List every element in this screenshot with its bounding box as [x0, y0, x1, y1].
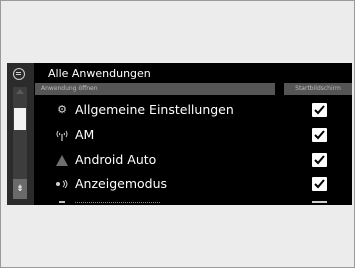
list-item-partial [35, 200, 352, 205]
home-screen-checkbox[interactable] [312, 103, 327, 117]
app-label: Android Auto [75, 152, 157, 167]
left-sidebar: ⇟ [7, 63, 34, 205]
scroll-thumb[interactable] [14, 108, 26, 130]
partial-label [75, 202, 160, 204]
antenna-icon [54, 123, 70, 147]
page-title: Alle Anwendungen [48, 67, 151, 80]
app-label: Allgemeine Einstellungen [75, 102, 234, 117]
home-screen-checkbox[interactable] [312, 177, 327, 191]
gear-icon: ⚙ [57, 103, 67, 116]
display-mode-icon [54, 172, 70, 196]
home-screen-checkbox[interactable] [312, 128, 327, 142]
figure-frame: ⇟ Alle Anwendungen Anwendung öffnen Star… [0, 0, 355, 268]
app-label: AM [75, 127, 95, 142]
infotainment-screen: ⇟ Alle Anwendungen Anwendung öffnen Star… [7, 63, 352, 205]
column-header-open-app: Anwendung öffnen [35, 83, 275, 95]
list-header: Anwendung öffnen Startbildschirm [35, 83, 352, 95]
list-item[interactable]: ⚙ Allgemeine Einstellungen [35, 98, 352, 122]
column-header-home-screen: Startbildschirm [284, 83, 352, 95]
list-item[interactable]: AM [35, 123, 352, 147]
menu-icon[interactable] [13, 68, 25, 80]
android-auto-icon [54, 148, 70, 172]
app-label: Anzeigemodus [75, 176, 168, 191]
scroll-down-button[interactable]: ⇟ [13, 179, 27, 199]
page-down-icon: ⇟ [16, 184, 24, 194]
list-item[interactable]: Android Auto [35, 148, 352, 172]
partial-checkbox [312, 201, 327, 203]
list-item[interactable]: Anzeigemodus [35, 172, 352, 196]
home-screen-checkbox[interactable] [312, 153, 327, 167]
scrollbar[interactable]: ⇟ [13, 87, 27, 199]
partial-icon [59, 201, 65, 203]
scroll-up-icon[interactable] [16, 89, 24, 94]
